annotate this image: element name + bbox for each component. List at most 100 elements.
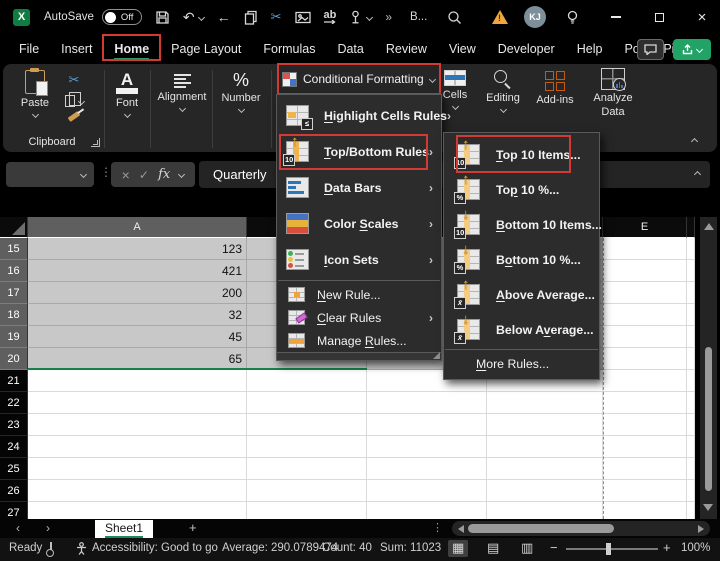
paste-button[interactable]: Paste — [13, 70, 57, 117]
row-header[interactable]: 21 — [0, 370, 28, 392]
cell[interactable] — [603, 414, 687, 436]
tab-view[interactable]: View — [438, 37, 487, 61]
cell-a17[interactable]: 200 — [28, 282, 247, 304]
cell[interactable] — [687, 480, 695, 502]
row-header[interactable]: 18 — [0, 304, 28, 326]
tab-developer[interactable]: Developer — [487, 37, 566, 61]
tab-formulas[interactable]: Formulas — [252, 37, 326, 61]
cell-a18[interactable]: 32 — [28, 304, 247, 326]
tab-help[interactable]: Help — [566, 37, 614, 61]
submenu-item-top-10-percent[interactable]: ↑ % Top 10 %... — [444, 172, 599, 207]
share-button[interactable] — [673, 39, 711, 60]
submenu-item-more-rules[interactable]: More Rules... — [444, 352, 599, 376]
fx-chevron-icon[interactable] — [178, 171, 185, 178]
row-header[interactable]: 23 — [0, 414, 28, 436]
toolbar-overflow-icon[interactable]: » — [385, 10, 392, 24]
picture-icon[interactable] — [295, 11, 311, 24]
cells-group-button[interactable]: Cells — [437, 70, 473, 109]
cell[interactable] — [247, 392, 367, 414]
cell[interactable] — [687, 304, 695, 326]
cell[interactable] — [603, 282, 687, 304]
tab-file[interactable]: File — [8, 37, 50, 61]
accessibility-icon[interactable] — [76, 542, 87, 558]
vertical-scrollbar-thumb[interactable] — [705, 347, 712, 491]
undo-icon[interactable]: ↶ — [183, 9, 204, 26]
cell[interactable] — [28, 458, 247, 480]
number-group-button[interactable]: % Number — [215, 71, 267, 112]
cancel-icon[interactable]: × — [122, 167, 130, 183]
cell[interactable] — [367, 414, 487, 436]
cell[interactable] — [247, 370, 367, 392]
cell[interactable] — [603, 326, 687, 348]
row-header[interactable]: 24 — [0, 436, 28, 458]
column-header-partial[interactable] — [687, 217, 695, 238]
font-group-button[interactable]: A Font — [107, 72, 147, 117]
page-break-view-icon[interactable]: ▥ — [521, 541, 533, 556]
cell[interactable] — [247, 502, 367, 519]
excel-logo-icon[interactable]: X — [13, 9, 30, 26]
row-header[interactable]: 19 — [0, 326, 28, 348]
submenu-item-bottom-10-percent[interactable]: ↓ % Bottom 10 %... — [444, 242, 599, 277]
maximize-button[interactable] — [644, 0, 674, 34]
cell[interactable] — [603, 260, 687, 282]
cell[interactable] — [687, 392, 695, 414]
cell[interactable] — [487, 502, 603, 519]
tab-page-layout[interactable]: Page Layout — [160, 37, 252, 61]
menu-resize-handle-icon[interactable] — [433, 352, 440, 359]
scroll-down-icon[interactable] — [703, 504, 713, 511]
submenu-item-top-10-items[interactable]: ↑ 10 Top 10 Items... — [444, 137, 599, 172]
addins-group-button[interactable]: Add-ins — [532, 71, 578, 106]
cell[interactable] — [28, 370, 247, 392]
cell[interactable] — [603, 502, 687, 519]
column-header-a[interactable]: A — [28, 217, 247, 238]
cell[interactable] — [487, 414, 603, 436]
cell-a15[interactable]: 123 — [28, 238, 247, 260]
analyze-data-button[interactable]: Analyze Data — [584, 68, 642, 118]
scroll-up-icon[interactable] — [704, 223, 714, 230]
cell[interactable] — [603, 392, 687, 414]
cell[interactable] — [687, 436, 695, 458]
format-painter-icon[interactable] — [68, 111, 81, 122]
add-sheet-button[interactable]: + — [189, 520, 197, 535]
enter-icon[interactable]: ✓ — [139, 168, 149, 182]
row-header[interactable]: 27 — [0, 502, 28, 519]
accessibility-status[interactable]: Accessibility: Good to go — [92, 542, 218, 554]
cell[interactable] — [687, 348, 695, 370]
cell[interactable] — [603, 436, 687, 458]
cell[interactable] — [367, 392, 487, 414]
horizontal-scrollbar[interactable] — [452, 521, 710, 536]
replace-icon[interactable]: ab — [324, 11, 337, 24]
cell-a20[interactable]: 65 — [28, 348, 247, 370]
tab-review[interactable]: Review — [375, 37, 438, 61]
column-header-e[interactable]: E — [603, 217, 687, 238]
name-box[interactable] — [6, 162, 94, 187]
zoom-slider-track[interactable] — [566, 548, 658, 550]
menu-item-highlight-cells-rules[interactable]: ≤ Highlight Cells Rules › — [277, 98, 441, 134]
cell[interactable] — [487, 392, 603, 414]
horizontal-scrollbar-thumb[interactable] — [468, 524, 614, 533]
normal-view-icon[interactable]: ▦ — [448, 540, 468, 557]
submenu-item-below-average[interactable]: ↓ x̄ Below Average... — [444, 312, 599, 347]
alignment-group-button[interactable]: Alignment — [153, 74, 211, 111]
cell[interactable] — [687, 502, 695, 519]
cell[interactable] — [487, 480, 603, 502]
undo-chevron-icon[interactable] — [198, 13, 205, 20]
select-all-corner[interactable] — [0, 217, 28, 238]
scroll-left-icon[interactable] — [458, 525, 464, 533]
draw-touch-chevron-icon[interactable] — [366, 13, 373, 20]
cell[interactable] — [28, 414, 247, 436]
cell[interactable] — [687, 370, 695, 392]
search-icon[interactable] — [447, 10, 462, 25]
insert-function-icon[interactable]: fx — [158, 167, 170, 182]
row-header[interactable]: 16 — [0, 260, 28, 282]
avatar[interactable]: KJ — [524, 6, 546, 28]
row-header[interactable]: 26 — [0, 480, 28, 502]
zoom-slider-handle[interactable] — [606, 543, 611, 555]
cell[interactable] — [687, 414, 695, 436]
draw-touch-icon[interactable] — [349, 10, 372, 24]
tab-insert[interactable]: Insert — [50, 37, 103, 61]
cell[interactable] — [603, 304, 687, 326]
menu-item-manage-rules[interactable]: Manage Rules... — [277, 329, 441, 352]
menu-item-new-rule[interactable]: New Rule... — [277, 283, 441, 306]
editing-group-button[interactable]: Editing — [480, 69, 526, 112]
